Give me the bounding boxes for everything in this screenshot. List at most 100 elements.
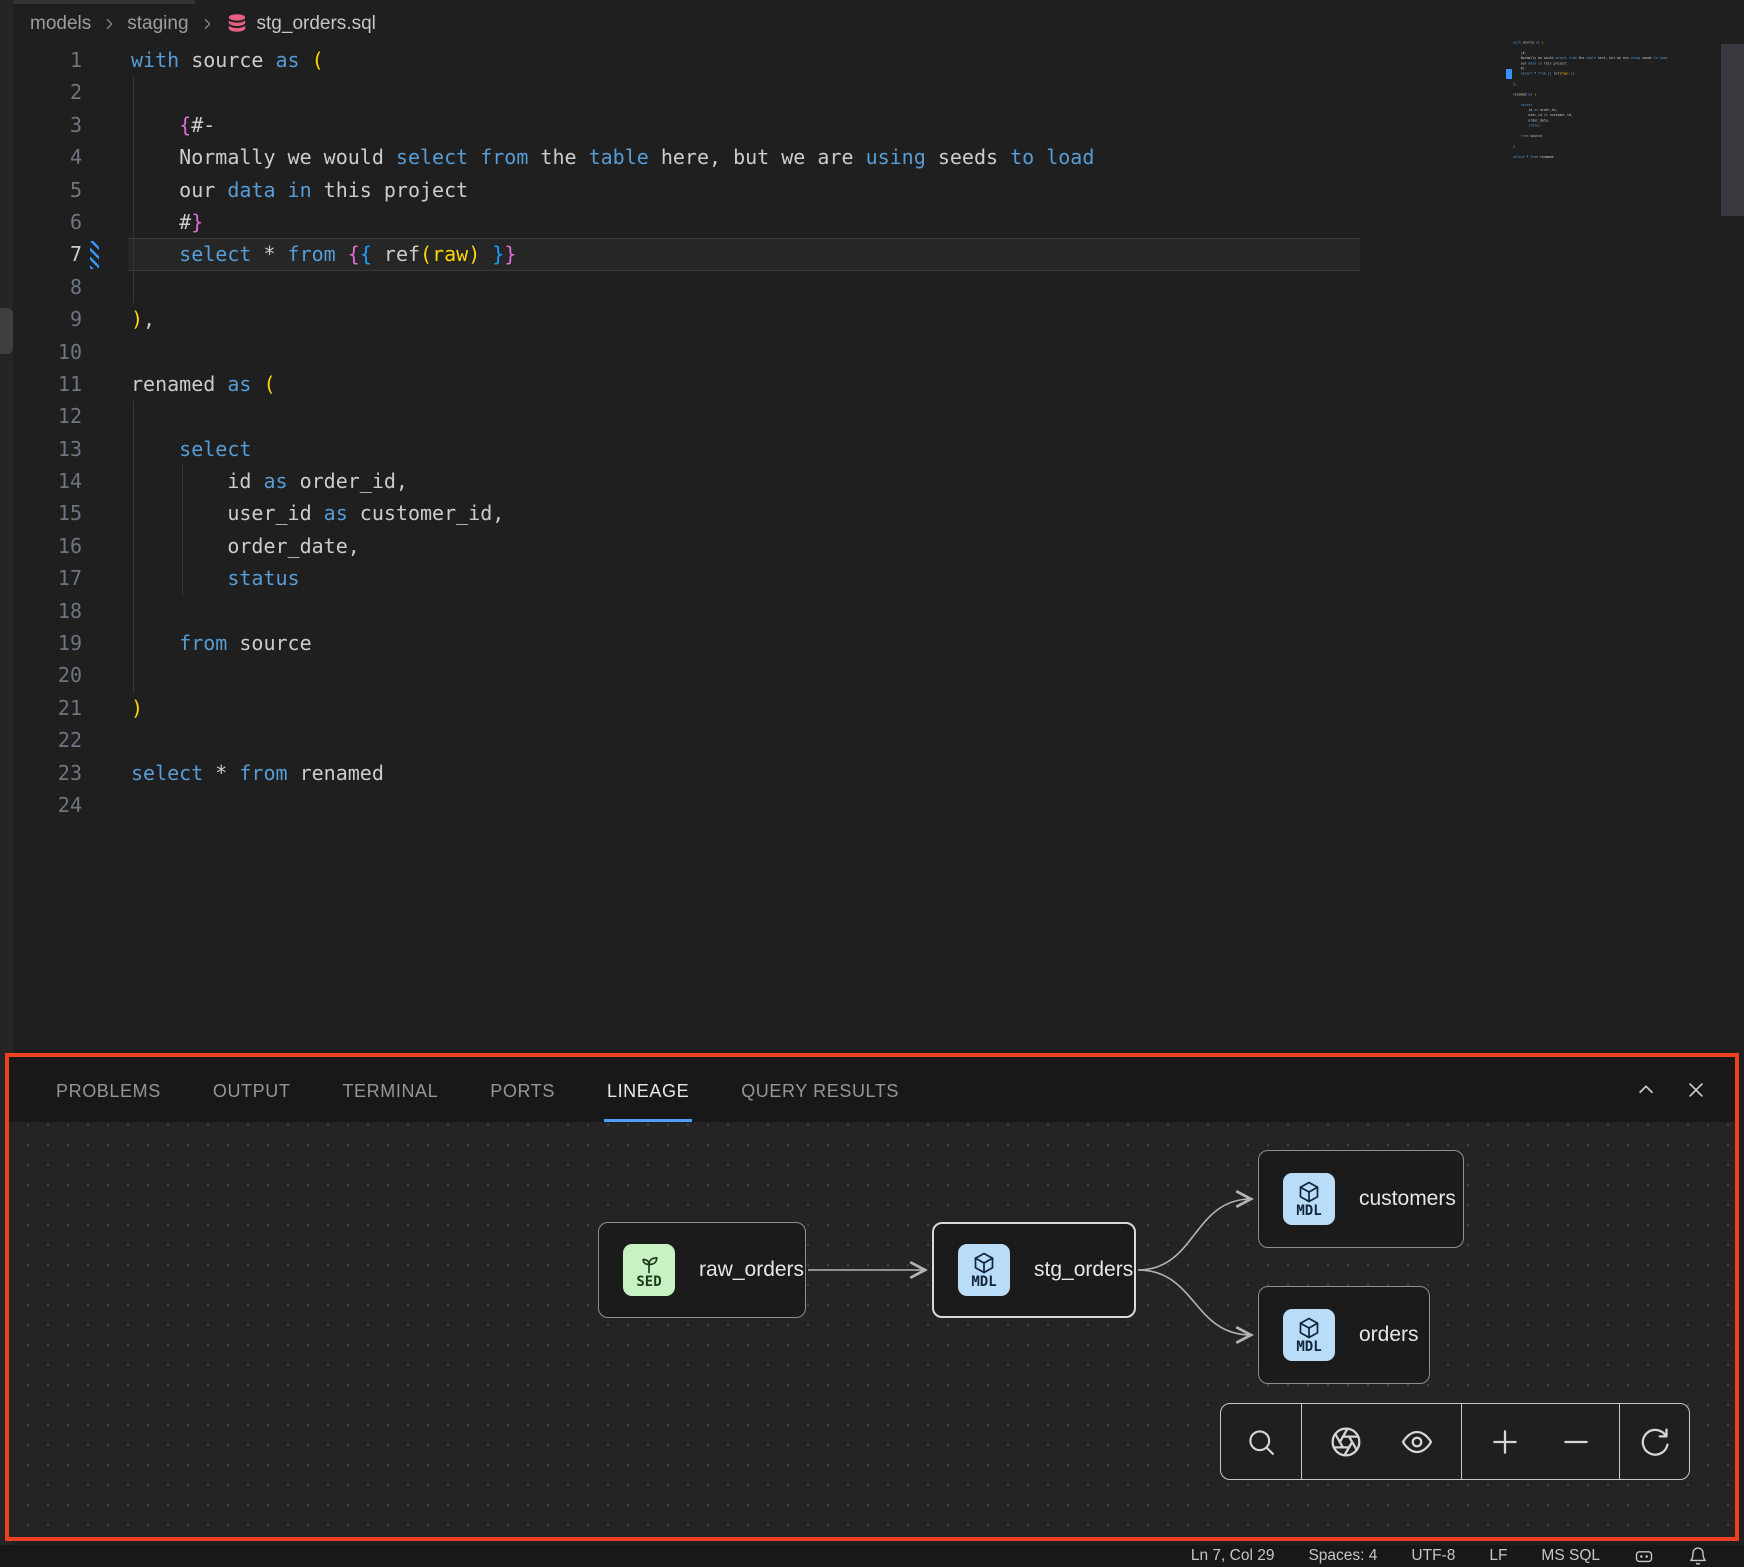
database-icon	[225, 12, 249, 36]
code-line[interactable]: 8	[0, 271, 1500, 303]
cube-icon	[1297, 1316, 1321, 1340]
line-number: 23	[0, 757, 82, 789]
code-editor[interactable]: 1with source as (23 {#-4 Normally we wou…	[0, 44, 1500, 821]
breadcrumb-file[interactable]: stg_orders.sql	[225, 12, 376, 36]
chevron-up-icon[interactable]	[1635, 1079, 1657, 1101]
code-line[interactable]: 24	[0, 789, 1500, 821]
code-line[interactable]: 17 status	[0, 562, 1500, 594]
cube-badge: MDL	[1283, 1173, 1335, 1225]
minimap-modified-marker	[1506, 69, 1512, 79]
code-line[interactable]: 2	[0, 76, 1500, 108]
cube-icon	[972, 1251, 996, 1275]
close-icon[interactable]	[1685, 1079, 1707, 1101]
lineage-node-raw_orders[interactable]: SEDraw_orders	[598, 1222, 806, 1318]
code-line[interactable]: 5 our data in this project	[0, 174, 1500, 206]
status-item-ms-sql[interactable]: MS SQL	[1541, 1547, 1600, 1565]
code-line[interactable]: 11renamed as (	[0, 368, 1500, 400]
code-line[interactable]: 21)	[0, 692, 1500, 724]
code-line[interactable]: 18	[0, 595, 1500, 627]
node-label: customers	[1359, 1187, 1456, 1211]
code-line[interactable]: 22	[0, 724, 1500, 756]
breadcrumb-item-models[interactable]: models	[30, 13, 91, 35]
status-item-spaces-4[interactable]: Spaces: 4	[1308, 1547, 1377, 1565]
line-number: 11	[0, 368, 82, 400]
code-line[interactable]: 9),	[0, 303, 1500, 335]
bell-icon[interactable]	[1688, 1546, 1708, 1566]
seedling-icon	[637, 1251, 661, 1275]
eye-icon[interactable]	[1389, 1414, 1445, 1470]
line-number: 6	[0, 206, 82, 238]
line-number: 12	[0, 400, 82, 432]
editor-scrollbar[interactable]	[1721, 44, 1744, 216]
code-line[interactable]: 12	[0, 400, 1500, 432]
chevron-right-icon	[199, 16, 215, 32]
zoom-in-icon[interactable]	[1477, 1414, 1533, 1470]
panel-tab-problems[interactable]: PROBLEMS	[53, 1057, 164, 1122]
status-bar: Ln 7, Col 29 Spaces: 4 UTF-8 LF MS SQL	[0, 1545, 1744, 1567]
status-item-lf[interactable]: LF	[1489, 1547, 1507, 1565]
line-number: 4	[0, 141, 82, 173]
node-label: orders	[1359, 1323, 1419, 1347]
line-number: 17	[0, 562, 82, 594]
breadcrumb: models staging stg_orders.sql	[30, 8, 376, 40]
line-number: 15	[0, 497, 82, 529]
cube-badge: MDL	[958, 1244, 1010, 1296]
node-label: raw_orders	[699, 1258, 804, 1282]
vscode-window: models staging stg_orders.sql 1with sour…	[0, 0, 1744, 1567]
code-line[interactable]: 15 user_id as customer_id,	[0, 497, 1500, 529]
editor-tab-edge	[13, 0, 195, 4]
lineage-node-customers[interactable]: MDL customers	[1258, 1150, 1464, 1248]
breadcrumb-filename: stg_orders.sql	[257, 13, 376, 35]
indent-guide	[182, 465, 183, 595]
code-line[interactable]: 6 #}	[0, 206, 1500, 238]
panel-tab-output[interactable]: OUTPUT	[210, 1057, 294, 1122]
line-number: 16	[0, 530, 82, 562]
line-number: 13	[0, 433, 82, 465]
copilot-icon[interactable]	[1634, 1546, 1654, 1566]
code-line[interactable]: 4 Normally we would select from the tabl…	[0, 141, 1500, 173]
panel-tab-lineage[interactable]: LINEAGE	[604, 1057, 692, 1122]
status-item-ln-7-col-29[interactable]: Ln 7, Col 29	[1191, 1547, 1275, 1565]
aperture-icon[interactable]	[1318, 1414, 1374, 1470]
breadcrumb-item-staging[interactable]: staging	[127, 13, 188, 35]
code-line[interactable]	[1513, 159, 1693, 164]
line-number: 5	[0, 174, 82, 206]
line-number: 1	[0, 44, 82, 76]
line-number: 9	[0, 303, 82, 335]
code-line[interactable]: 19 from source	[0, 627, 1500, 659]
minimap[interactable]: with source as ( {#- Normally we would s…	[1513, 40, 1693, 175]
line-number: 20	[0, 659, 82, 691]
status-item-utf-8[interactable]: UTF-8	[1411, 1547, 1455, 1565]
indent-guide	[133, 401, 134, 693]
zoom-out-icon[interactable]	[1548, 1414, 1604, 1470]
cube-badge: MDL	[1283, 1309, 1335, 1361]
code-line[interactable]: 1with source as (	[0, 44, 1500, 76]
cube-icon	[1297, 1180, 1321, 1204]
line-number: 2	[0, 76, 82, 108]
lineage-toolbar	[1220, 1403, 1690, 1480]
refresh-icon[interactable]	[1627, 1414, 1683, 1470]
panel-tab-ports[interactable]: PORTS	[487, 1057, 558, 1122]
panel-tabbar: PROBLEMS OUTPUT TERMINAL PORTS LINEAGE QUERY …	[9, 1057, 1735, 1122]
lineage-node-orders[interactable]: MDL orders	[1258, 1286, 1430, 1384]
search-icon[interactable]	[1233, 1414, 1289, 1470]
code-line[interactable]: 23select * from renamed	[0, 757, 1500, 789]
code-line[interactable]: 3 {#-	[0, 109, 1500, 141]
code-line[interactable]: 20	[0, 659, 1500, 691]
code-line[interactable]: 7 select * from {{ ref(raw) }}	[0, 238, 1500, 270]
line-number: 21	[0, 692, 82, 724]
line-number: 22	[0, 724, 82, 756]
node-label: stg_orders	[1034, 1258, 1133, 1282]
code-line[interactable]: 10	[0, 336, 1500, 368]
line-number: 14	[0, 465, 82, 497]
panel-tab-terminal[interactable]: TERMINAL	[339, 1057, 441, 1122]
code-line[interactable]: 16 order_date,	[0, 530, 1500, 562]
line-number: 7	[0, 238, 82, 270]
code-line[interactable]: 13 select	[0, 433, 1500, 465]
lineage-node-stg_orders[interactable]: MDL stg_orders	[932, 1222, 1136, 1318]
code-line[interactable]: 14 id as order_id,	[0, 465, 1500, 497]
line-number: 3	[0, 109, 82, 141]
line-number: 19	[0, 627, 82, 659]
panel-tab-query-results[interactable]: QUERY RESULTS	[738, 1057, 902, 1122]
line-number: 10	[0, 336, 82, 368]
